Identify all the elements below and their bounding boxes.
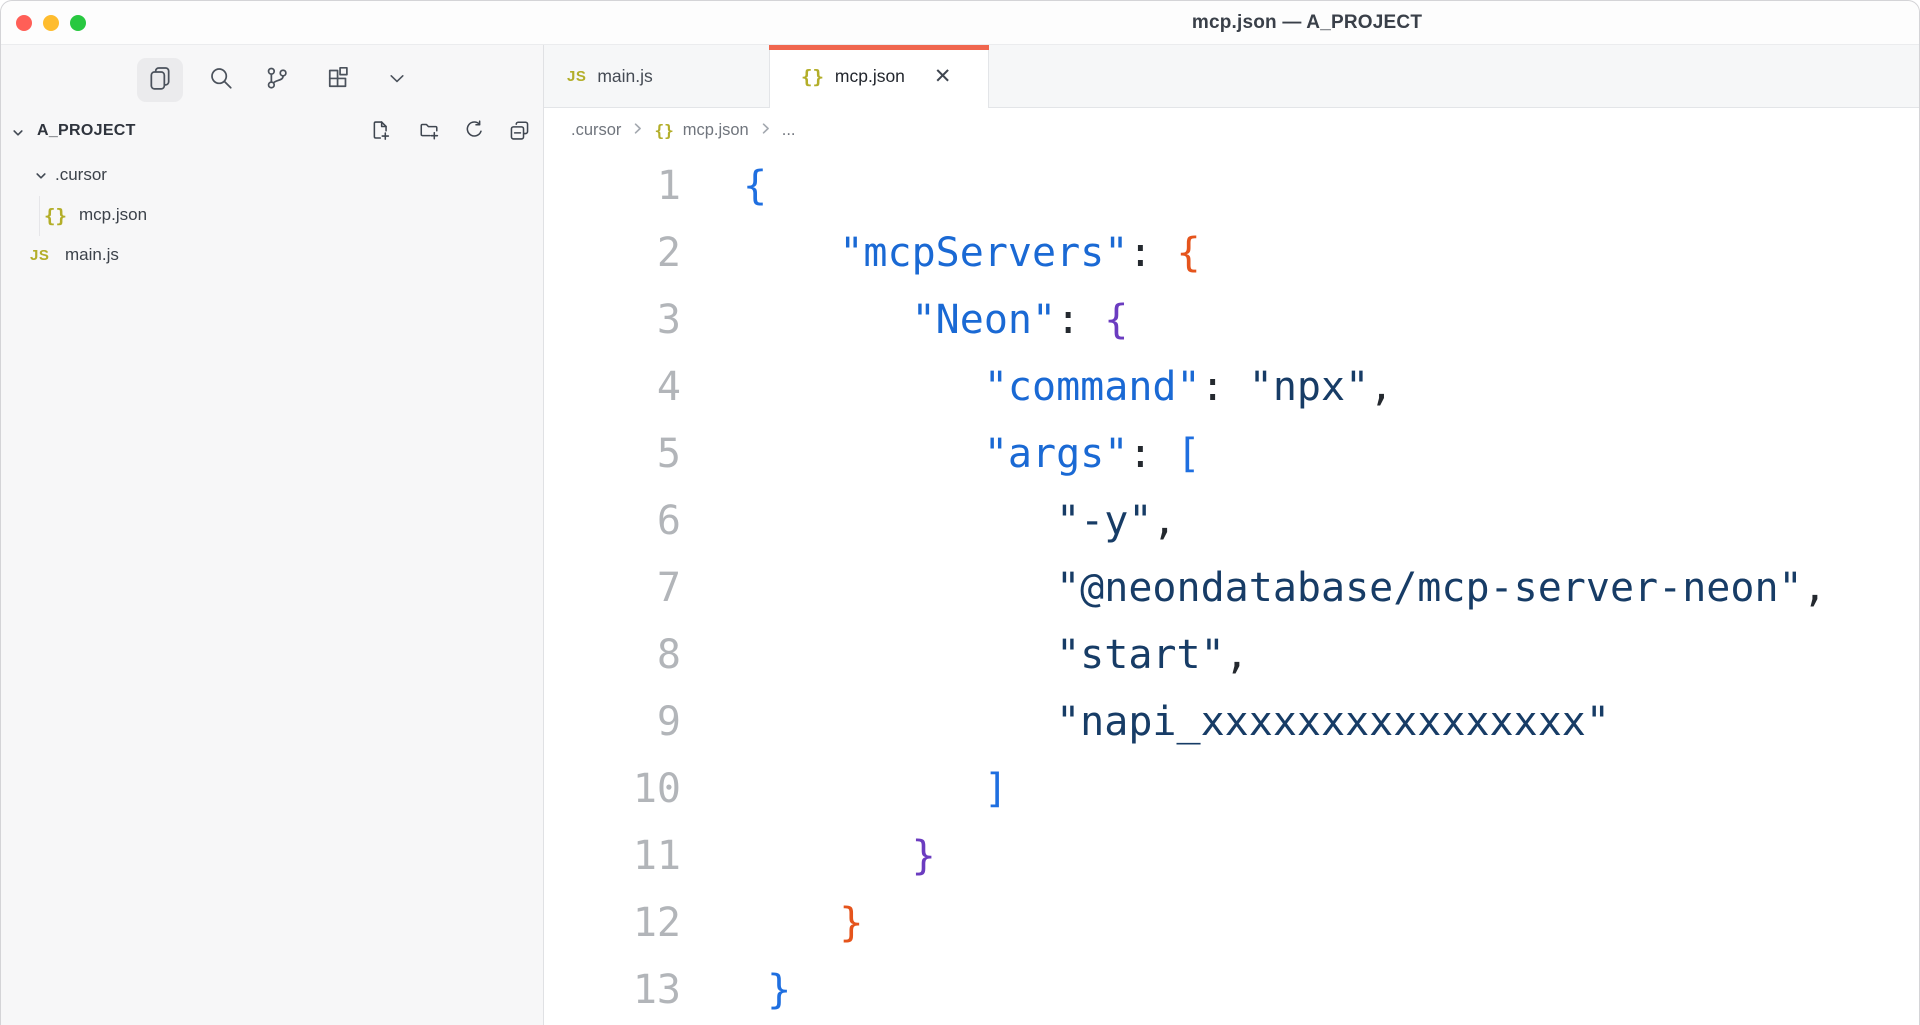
tree-item-main-js[interactable]: JS main.js [1,236,543,276]
close-window-button[interactable] [16,15,32,31]
json-file-icon: {} [654,121,673,140]
code-line-13[interactable]: 13 } [544,957,1919,1024]
line-content: "start", [681,622,1249,689]
collapse-all-icon [508,119,531,147]
editor-area: JS main.js {} mcp.json ✕ .cursor {} mcp.… [544,45,1919,1025]
tree-item-cursor-folder[interactable]: .cursor [1,156,543,196]
new-file-button[interactable] [362,116,398,150]
line-number: 5 [544,421,681,488]
explorer-header[interactable]: A_PROJECT [1,113,543,153]
line-number: 1 [544,153,681,220]
code-line-12[interactable]: 12 } [544,890,1919,957]
line-content: "mcpServers": { [681,220,1201,287]
extensions-icon [325,65,351,96]
code-line-10[interactable]: 10 ] [544,756,1919,823]
titlebar: mcp.json — A_PROJECT [1,1,1919,45]
code-line-7[interactable]: 7 "@neondatabase/mcp-server-neon", [544,555,1919,622]
activity-extensions-button[interactable] [315,58,361,102]
collapse-folders-button[interactable] [501,116,537,150]
line-number: 10 [544,756,681,823]
file-name: main.js [65,245,119,265]
breadcrumb: .cursor {} mcp.json ... [544,108,1919,153]
activity-files-button[interactable] [137,58,183,102]
code-line-6[interactable]: 6 "-y", [544,488,1919,555]
line-content: "-y", [681,488,1177,555]
line-content: } [681,890,863,957]
tab-bar: JS main.js {} mcp.json ✕ [544,45,1919,108]
line-number: 13 [544,957,681,1024]
activity-more-button[interactable] [374,58,420,102]
search-icon [208,65,234,96]
line-content: { [681,153,767,220]
code-line-8[interactable]: 8 "start", [544,622,1919,689]
tab-main-js[interactable]: JS main.js [544,45,769,107]
line-content: "@neondatabase/mcp-server-neon", [681,555,1827,622]
project-root-label: A_PROJECT [37,122,136,140]
json-file-icon: {} [44,205,67,227]
chevron-down-icon [11,126,25,145]
code-line-9[interactable]: 9 "napi_xxxxxxxxxxxxxxxx" [544,689,1919,756]
traffic-lights [16,15,86,31]
breadcrumb-file[interactable]: mcp.json [683,121,749,140]
line-number: 11 [544,823,681,890]
breadcrumb-folder[interactable]: .cursor [571,121,621,140]
code-line-5[interactable]: 5 "args": [ [544,421,1919,488]
line-content: "args": [ [681,421,1201,488]
file-name: mcp.json [79,205,147,225]
code-line-4[interactable]: 4 "command": "npx", [544,354,1919,421]
code-lines: 1{2 "mcpServers": {3 "Neon": {4 "command… [544,153,1919,1024]
tab-mcp-json[interactable]: {} mcp.json ✕ [769,45,989,108]
minimize-window-button[interactable] [43,15,59,31]
new-folder-button[interactable] [411,116,447,150]
line-content: "command": "npx", [681,354,1393,421]
code-line-2[interactable]: 2 "mcpServers": { [544,220,1919,287]
js-file-icon: JS [567,68,586,85]
activity-source-control-button[interactable] [254,58,300,102]
chevron-right-icon [758,121,773,141]
refresh-explorer-button[interactable] [455,116,491,150]
close-tab-button[interactable]: ✕ [934,66,952,87]
code-line-3[interactable]: 3 "Neon": { [544,287,1919,354]
new-file-icon [369,119,392,147]
chevron-down-icon [385,66,409,95]
line-content: "napi_xxxxxxxxxxxxxxxx" [681,689,1610,756]
json-file-icon: {} [801,66,824,88]
code-line-1[interactable]: 1{ [544,153,1919,220]
line-content: } [681,957,791,1024]
line-number: 2 [544,220,681,287]
sidebar: A_PROJECT [1,45,544,1025]
chevron-down-icon [34,169,48,188]
line-number: 7 [544,555,681,622]
tree-item-mcp-json[interactable]: {} mcp.json [1,196,543,236]
git-branch-icon [264,65,290,96]
code-editor[interactable]: 1{2 "mcpServers": {3 "Neon": {4 "command… [544,153,1919,1025]
zoom-window-button[interactable] [70,15,86,31]
line-number: 12 [544,890,681,957]
activity-search-button[interactable] [198,58,244,102]
code-line-11[interactable]: 11 } [544,823,1919,890]
js-file-icon: JS [30,247,49,264]
line-content: ] [681,756,1008,823]
files-icon [147,65,173,96]
line-content: } [681,823,936,890]
line-number: 6 [544,488,681,555]
tab-label: main.js [597,66,652,87]
window-title: mcp.json — A_PROJECT [1192,12,1422,34]
refresh-icon [462,119,485,147]
folder-name: .cursor [55,165,107,185]
tab-label: mcp.json [835,66,905,87]
app-window: mcp.json — A_PROJECT [0,0,1920,1025]
chevron-right-icon [630,121,645,141]
new-folder-icon [418,119,441,147]
line-number: 8 [544,622,681,689]
line-content: "Neon": { [681,287,1128,354]
line-number: 9 [544,689,681,756]
breadcrumb-symbol-tail[interactable]: ... [782,121,796,140]
line-number: 4 [544,354,681,421]
line-number: 3 [544,287,681,354]
